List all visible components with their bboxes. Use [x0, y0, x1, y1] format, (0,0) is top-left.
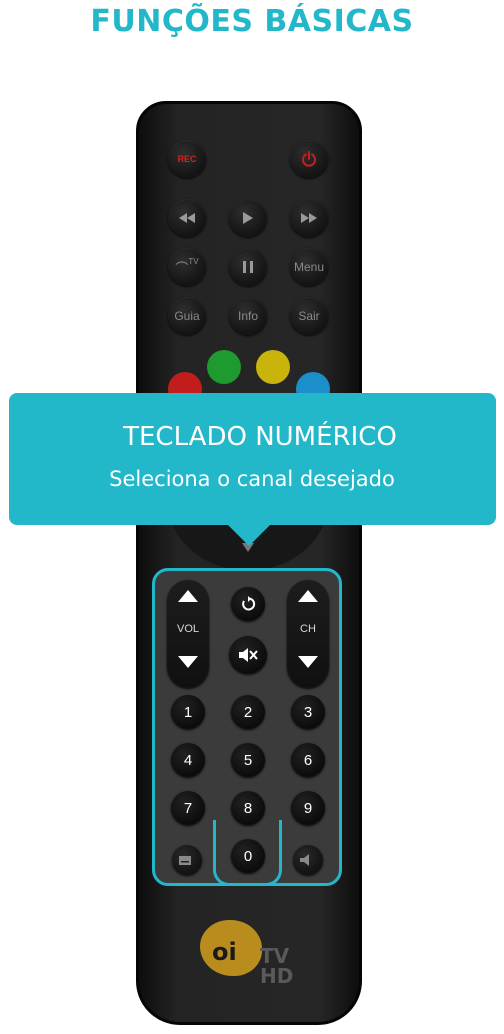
tooltip-pointer: [227, 524, 271, 546]
guide-button[interactable]: Guia: [168, 297, 206, 335]
channel-down-icon[interactable]: [298, 656, 318, 668]
volume-down-icon[interactable]: [178, 656, 198, 668]
tooltip-subtitle: Seleciona o canal desejado: [109, 467, 395, 491]
key-4[interactable]: 4: [171, 743, 205, 777]
key-3[interactable]: 3: [291, 695, 325, 729]
green-button[interactable]: [207, 350, 241, 384]
key-7[interactable]: 7: [171, 791, 205, 825]
rewind-button[interactable]: [168, 199, 206, 237]
key-6[interactable]: 6: [291, 743, 325, 777]
key-1[interactable]: 1: [171, 695, 205, 729]
menu-label: Menu: [293, 260, 325, 274]
key-2[interactable]: 2: [231, 695, 265, 729]
rewind-icon: [179, 213, 195, 223]
key-5[interactable]: 5: [231, 743, 265, 777]
subtitle-button[interactable]: [172, 845, 202, 875]
subtitle-icon: [179, 856, 191, 865]
rec-button[interactable]: REC: [168, 140, 206, 178]
yellow-button[interactable]: [256, 350, 290, 384]
key-0[interactable]: 0: [231, 839, 265, 873]
pause-icon: [243, 261, 253, 273]
key-9[interactable]: 9: [291, 791, 325, 825]
tv-icon: ⌒: [175, 260, 189, 276]
fast-forward-button[interactable]: [290, 199, 328, 237]
menu-button[interactable]: Menu: [290, 248, 328, 286]
page-title: FUNÇÕES BÁSICAS: [90, 4, 414, 39]
logo-line-tv: TV: [260, 944, 290, 968]
exit-label: Sair: [298, 309, 320, 323]
info-label: Info: [237, 309, 258, 323]
play-icon: [243, 212, 253, 224]
audio-icon: [300, 854, 309, 866]
channel-up-icon[interactable]: [298, 590, 318, 602]
volume-up-icon[interactable]: [178, 590, 198, 602]
play-button[interactable]: [229, 199, 267, 237]
tooltip-box: [9, 393, 496, 525]
rec-label: REC: [177, 154, 197, 164]
guide-label: Guia: [174, 309, 200, 323]
logo-tv-hd: TV HD: [260, 946, 293, 986]
power-icon: [302, 151, 316, 167]
logo-brand: oi: [212, 938, 237, 966]
tooltip-title: TECLADO NUMÉRICO: [123, 422, 397, 452]
audio-button[interactable]: [293, 845, 323, 875]
fast-forward-icon: [301, 213, 317, 223]
volume-label: VOL: [176, 623, 199, 635]
channel-label: CH: [300, 623, 316, 635]
tv-button[interactable]: ⌒ TV: [168, 248, 206, 286]
mute-button[interactable]: [229, 636, 267, 674]
return-button[interactable]: [231, 587, 265, 621]
key-8[interactable]: 8: [231, 791, 265, 825]
exit-button[interactable]: Sair: [290, 297, 328, 335]
mute-icon: [239, 648, 258, 662]
return-icon: [242, 596, 256, 611]
logo-line-hd: HD: [260, 964, 294, 988]
pause-button[interactable]: [229, 248, 267, 286]
info-button[interactable]: Info: [229, 297, 267, 335]
tv-label: TV: [188, 256, 199, 266]
power-button[interactable]: [290, 140, 328, 178]
